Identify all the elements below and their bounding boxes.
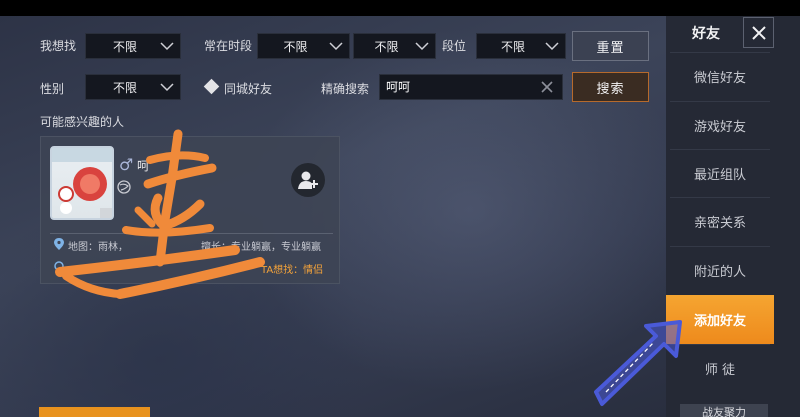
avatar-image bbox=[52, 148, 112, 218]
looking-for-value: 不限 bbox=[112, 39, 137, 54]
exact-search-label: 精确搜索 bbox=[321, 82, 370, 96]
reset-button[interactable]: 重置 bbox=[572, 31, 649, 61]
search-button[interactable]: 搜索 bbox=[572, 72, 649, 102]
top-black-bar bbox=[0, 0, 800, 16]
globe-icon bbox=[117, 180, 131, 194]
close-icon bbox=[751, 25, 766, 40]
bottom-orange-button[interactable] bbox=[39, 407, 150, 417]
chevron-down-icon bbox=[329, 42, 343, 51]
chevron-down-icon bbox=[415, 42, 429, 51]
active-time-to-select[interactable]: 不限 bbox=[353, 33, 436, 59]
sidebar-item-game-friends[interactable]: 游戏好友 bbox=[670, 101, 770, 149]
player-name: 呵 bbox=[137, 159, 150, 173]
player-location: 地图：雨林， bbox=[68, 242, 128, 253]
gender-select[interactable]: 不限 bbox=[85, 74, 181, 100]
location-pin-icon bbox=[54, 238, 64, 250]
sidebar-title: 好友 bbox=[692, 26, 720, 42]
chevron-down-icon bbox=[160, 83, 174, 92]
looking-for-select[interactable]: 不限 bbox=[85, 33, 181, 59]
looking-for-label: 我想找 bbox=[40, 39, 77, 53]
team-power-button[interactable]: 战友聚力 bbox=[680, 404, 768, 417]
target-icon bbox=[54, 261, 64, 271]
sidebar-item-recent-teams[interactable]: 最近组队 bbox=[670, 149, 770, 197]
same-city-label[interactable]: 同城好友 bbox=[224, 80, 272, 97]
gender-label: 性别 bbox=[40, 82, 65, 96]
sidebar-item-mentor[interactable]: 师 徒 bbox=[670, 344, 770, 392]
rank-select[interactable]: 不限 bbox=[476, 33, 566, 59]
card-divider bbox=[50, 233, 333, 234]
sidebar-item-add-friend[interactable]: 添加好友 bbox=[666, 295, 774, 344]
active-time-to-value: 不限 bbox=[374, 39, 399, 54]
gender-male-icon: ♂ bbox=[119, 155, 134, 174]
avatar[interactable] bbox=[50, 146, 114, 220]
sidebar-item-nearby[interactable]: 附近的人 bbox=[670, 246, 770, 294]
same-city-toggle-icon[interactable] bbox=[203, 78, 220, 95]
chevron-down-icon bbox=[545, 42, 559, 51]
player-wants: TA想找：情侣 bbox=[261, 265, 324, 276]
add-friend-icon[interactable] bbox=[291, 163, 325, 197]
chevron-down-icon bbox=[160, 42, 174, 51]
player-card[interactable]: ♂ 呵 地图：雨林， 擅长：专业躺赢，专业躺赢 TA想找：情侣 bbox=[40, 136, 340, 284]
exact-search-input[interactable]: 呵呵 bbox=[379, 74, 563, 100]
gender-value: 不限 bbox=[112, 80, 137, 95]
sidebar-item-wechat-friends[interactable]: 微信好友 bbox=[670, 52, 770, 100]
player-expertise: 擅长：专业躺赢，专业躺赢 bbox=[201, 242, 321, 253]
rank-value: 不限 bbox=[500, 39, 525, 54]
active-time-label: 常在时段 bbox=[204, 39, 253, 53]
active-time-from-value: 不限 bbox=[283, 39, 308, 54]
close-button[interactable] bbox=[743, 17, 774, 48]
active-time-from-select[interactable]: 不限 bbox=[257, 33, 350, 59]
rank-label: 段位 bbox=[442, 39, 467, 53]
clear-icon[interactable] bbox=[540, 80, 554, 94]
exact-search-value: 呵呵 bbox=[386, 80, 411, 94]
section-title: 可能感兴趣的人 bbox=[40, 115, 125, 129]
team-power-label: 战友聚力 bbox=[702, 406, 746, 417]
sidebar-item-close-relations[interactable]: 亲密关系 bbox=[670, 197, 770, 245]
game-screen: 我想找 不限 常在时段 不限 不限 段位 不限 重置 性别 不限 同城好友 精确… bbox=[0, 0, 800, 417]
